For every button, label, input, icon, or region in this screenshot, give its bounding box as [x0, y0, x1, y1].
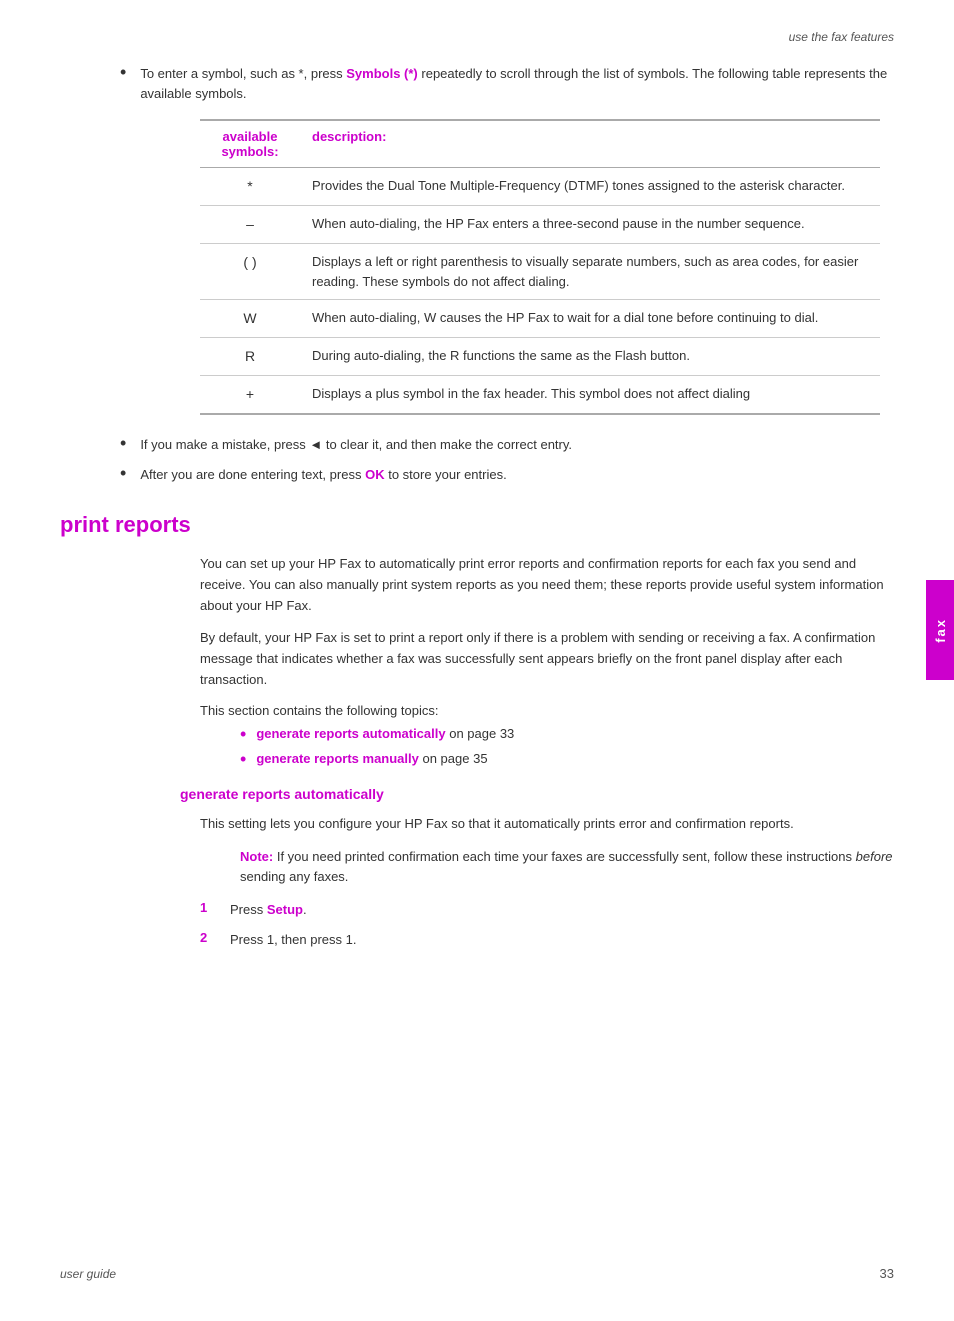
- print-reports-para1: You can set up your HP Fax to automatica…: [200, 554, 894, 616]
- step-text: Press Setup.: [230, 900, 307, 920]
- section-title: print reports: [60, 512, 894, 538]
- topic-page-ref: on page 35: [419, 751, 488, 766]
- bullet-dot-2: •: [120, 433, 126, 454]
- done-text: After you are done entering text, press …: [140, 465, 506, 485]
- symbol-cell: R: [200, 338, 300, 376]
- print-reports-para2: By default, your HP Fax is set to print …: [200, 628, 894, 690]
- numbered-step: 1Press Setup.: [200, 900, 894, 920]
- note-end: sending any faxes.: [240, 869, 348, 884]
- note-box: Note: If you need printed confirmation e…: [240, 847, 894, 889]
- topic-link[interactable]: generate reports automatically: [256, 726, 445, 741]
- ok-highlight: OK: [365, 467, 385, 482]
- topic-link[interactable]: generate reports manually: [256, 751, 419, 766]
- table-row: RDuring auto-dialing, the R functions th…: [200, 338, 880, 376]
- table-row: *Provides the Dual Tone Multiple-Frequen…: [200, 168, 880, 206]
- footer: user guide 33: [60, 1266, 894, 1281]
- description-cell: When auto-dialing, W causes the HP Fax t…: [300, 300, 880, 338]
- topic-bullet-item: • generate reports manually on page 35: [240, 751, 894, 770]
- topic-bullet-text: generate reports automatically on page 3…: [256, 726, 514, 741]
- step-text: Press 1, then press 1.: [230, 930, 356, 950]
- symbols-table-wrapper: available symbols: description: *Provide…: [200, 119, 894, 415]
- col-header-symbols: available symbols:: [200, 120, 300, 168]
- description-cell: When auto-dialing, the HP Fax enters a t…: [300, 206, 880, 244]
- description-cell: During auto-dialing, the R functions the…: [300, 338, 880, 376]
- note-italic: before: [856, 849, 893, 864]
- table-row: –When auto-dialing, the HP Fax enters a …: [200, 206, 880, 244]
- symbol-cell: *: [200, 168, 300, 206]
- symbols-bullet-item: • To enter a symbol, such as *, press Sy…: [120, 64, 894, 103]
- topics-label: This section contains the following topi…: [200, 703, 894, 718]
- symbols-highlight: Symbols (*): [346, 66, 418, 81]
- side-tab-text: fax: [933, 618, 948, 643]
- symbol-cell: W: [200, 300, 300, 338]
- table-row: ( )Displays a left or right parenthesis …: [200, 244, 880, 300]
- subsection-para: This setting lets you configure your HP …: [200, 814, 894, 835]
- page-number: 33: [880, 1266, 894, 1281]
- topic-bullet-dot: •: [240, 724, 246, 745]
- topic-bullet-dot: •: [240, 749, 246, 770]
- table-row: WWhen auto-dialing, W causes the HP Fax …: [200, 300, 880, 338]
- mistake-bullet-section: • If you make a mistake, press ◄ to clea…: [120, 435, 894, 484]
- step-number: 2: [200, 930, 230, 945]
- note-label: Note:: [240, 849, 273, 864]
- symbols-intro-text: To enter a symbol, such as *, press Symb…: [140, 64, 894, 103]
- symbols-table-body: *Provides the Dual Tone Multiple-Frequen…: [200, 168, 880, 415]
- numbered-step: 2Press 1, then press 1.: [200, 930, 894, 950]
- step-number: 1: [200, 900, 230, 915]
- page: use the fax features • To enter a symbol…: [0, 0, 954, 1321]
- header-text: use the fax features: [789, 30, 894, 44]
- topic-bullet-text: generate reports manually on page 35: [256, 751, 487, 766]
- col-header-description: description:: [300, 120, 880, 168]
- step-highlight: Setup: [267, 902, 303, 917]
- mistake-text: If you make a mistake, press ◄ to clear …: [140, 435, 572, 455]
- symbol-cell: –: [200, 206, 300, 244]
- print-reports-section: print reports You can set up your HP Fax…: [60, 512, 894, 949]
- table-header-row: available symbols: description:: [200, 120, 880, 168]
- topic-bullets: • generate reports automatically on page …: [240, 726, 894, 770]
- numbered-steps: 1Press Setup.2Press 1, then press 1.: [200, 900, 894, 949]
- description-cell: Displays a left or right parenthesis to …: [300, 244, 880, 300]
- symbol-cell: ( ): [200, 244, 300, 300]
- topic-page-ref: on page 33: [446, 726, 515, 741]
- bullet-dot-3: •: [120, 463, 126, 484]
- side-tab: fax: [926, 580, 954, 680]
- symbols-table: available symbols: description: *Provide…: [200, 119, 880, 415]
- bullet-dot: •: [120, 62, 126, 83]
- description-cell: Displays a plus symbol in the fax header…: [300, 376, 880, 415]
- done-bullet-item: • After you are done entering text, pres…: [120, 465, 894, 485]
- subsection-title: generate reports automatically: [180, 786, 894, 802]
- table-row: +Displays a plus symbol in the fax heade…: [200, 376, 880, 415]
- symbol-cell: +: [200, 376, 300, 415]
- topic-bullet-item: • generate reports automatically on page …: [240, 726, 894, 745]
- footer-left-text: user guide: [60, 1267, 116, 1281]
- mistake-bullet-item: • If you make a mistake, press ◄ to clea…: [120, 435, 894, 455]
- description-cell: Provides the Dual Tone Multiple-Frequenc…: [300, 168, 880, 206]
- note-text: If you need printed confirmation each ti…: [277, 849, 852, 864]
- header-right: use the fax features: [60, 30, 894, 44]
- symbols-intro-section: • To enter a symbol, such as *, press Sy…: [120, 64, 894, 103]
